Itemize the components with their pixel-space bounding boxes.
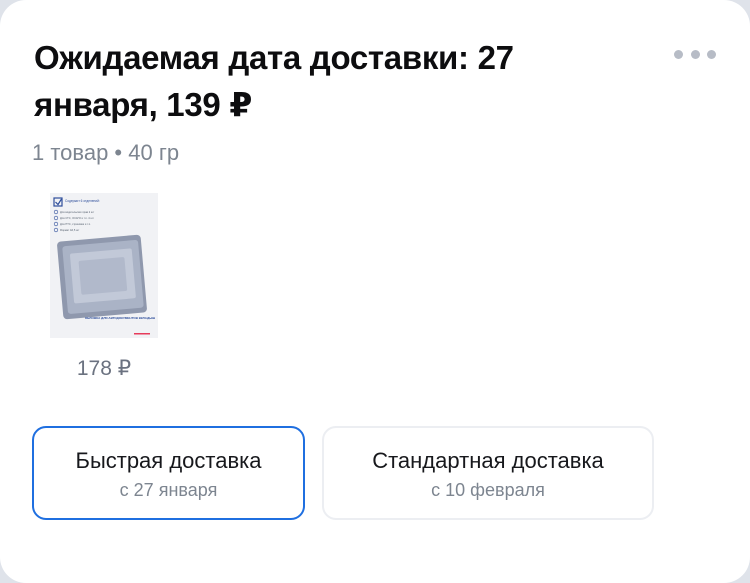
product-image: Содержит 6 отделений: Для водительских п… xyxy=(50,193,158,338)
more-dot xyxy=(690,49,700,59)
standard-delivery-option[interactable]: Стандартная доставка с 10 февраля xyxy=(322,426,654,520)
fast-delivery-title: Быстрая доставка xyxy=(75,448,262,473)
product-line-3: Для ПТС, страховки и т.п. xyxy=(60,222,91,226)
product-badge-title: Содержит 6 отделений: xyxy=(65,199,100,203)
items-count-weight: 1 товар • 40 гр xyxy=(32,140,180,165)
fast-delivery-option[interactable]: Быстрая доставка с 27 января xyxy=(32,426,305,520)
delivery-title: Ожидаемая дата доставки: 27 января, 139 … xyxy=(34,39,514,123)
delivery-card: Ожидаемая дата доставки: 27 января, 139 … xyxy=(0,0,750,583)
fast-delivery-date: с 27 января xyxy=(119,480,218,500)
more-dot xyxy=(674,49,683,59)
product-line-1: Для водительских прав 2 шт xyxy=(60,210,95,214)
product-thumbnail[interactable]: Содержит 6 отделений: Для водительских п… xyxy=(50,193,158,338)
product-caption: ОБЛОЖКА ДЛЯ АВТОДОКУМЕНТОВ ВКЛАДЫШ xyxy=(85,316,155,320)
more-options-icon[interactable] xyxy=(674,46,716,62)
product-line-4: Формат А6,5 шт xyxy=(60,228,80,232)
standard-delivery-date: с 10 февраля xyxy=(431,480,545,500)
item-price: 178 ₽ xyxy=(76,357,132,380)
more-dot xyxy=(707,49,716,59)
product-line-2: Для СТС, ОСАГО и т.п. 4 шт xyxy=(60,216,95,220)
standard-delivery-title: Стандартная доставка xyxy=(372,448,604,473)
